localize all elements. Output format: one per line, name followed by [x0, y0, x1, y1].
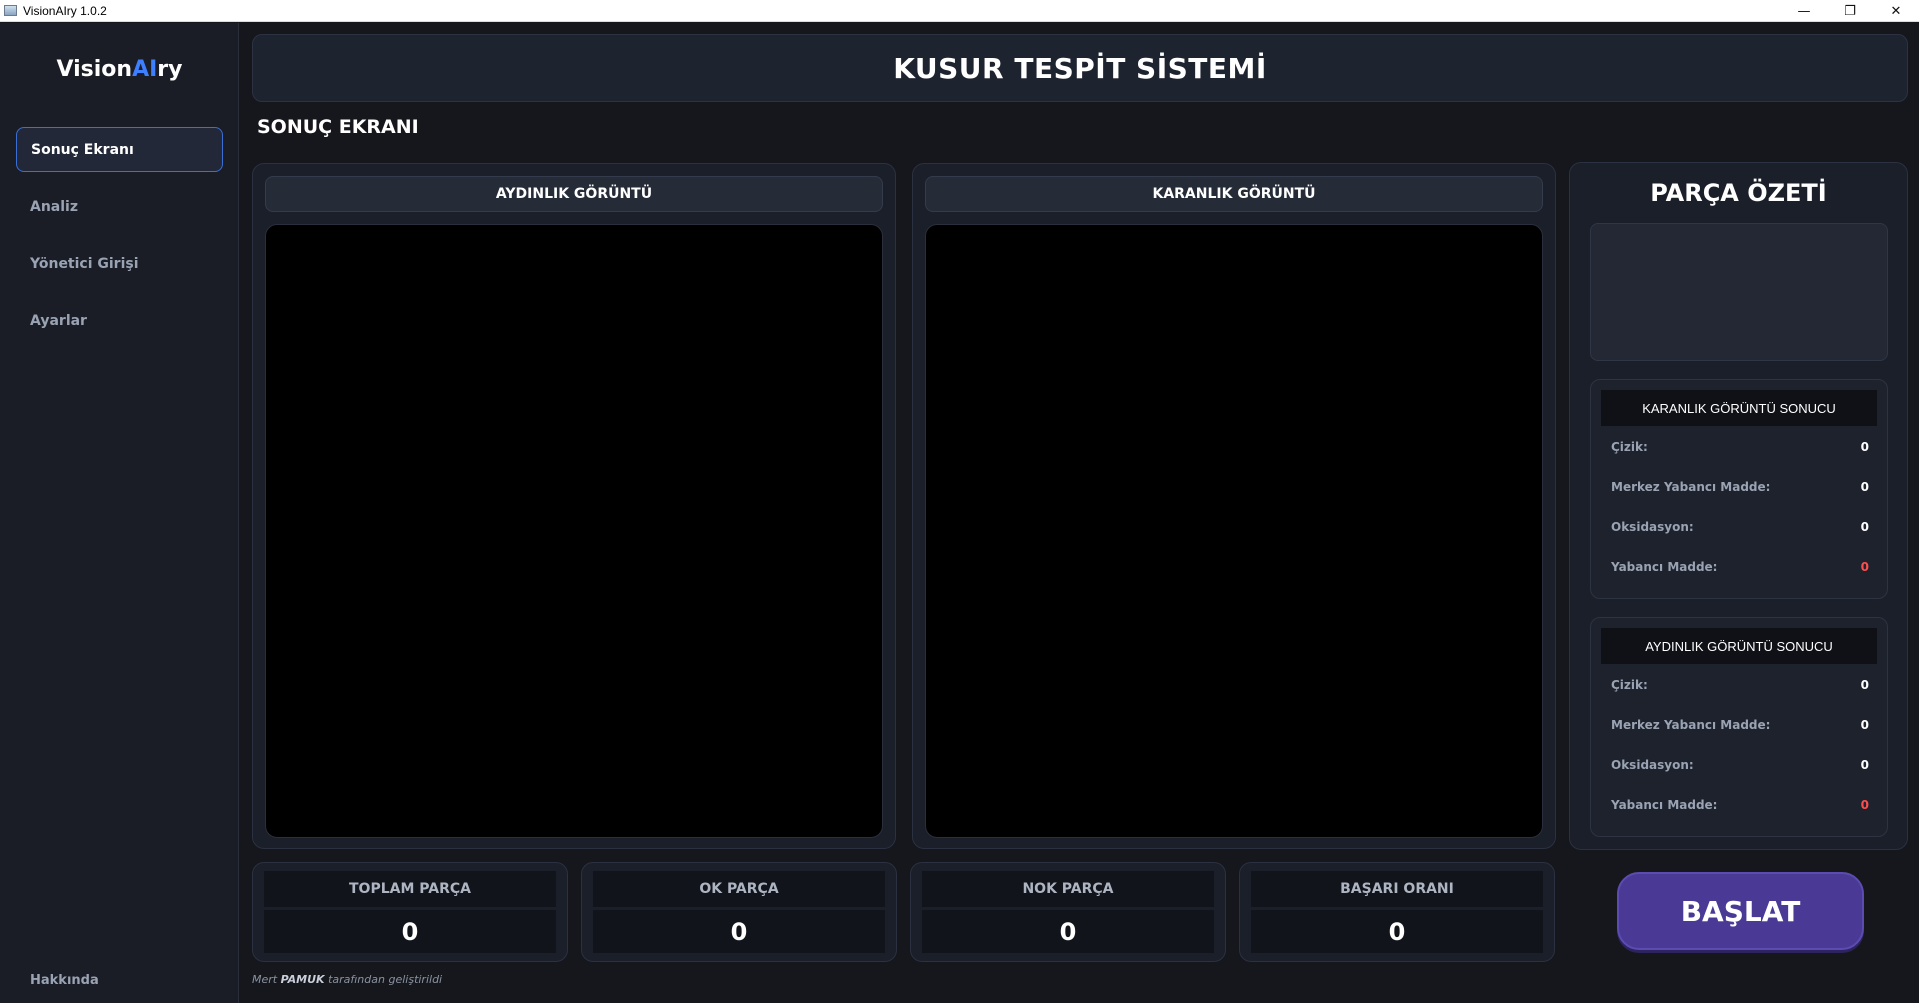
page-title: KUSUR TESPİT SİSTEMİ — [893, 51, 1267, 85]
result-row: Yabancı Madde: 0 — [1611, 798, 1869, 812]
result-value: 0 — [1860, 758, 1869, 772]
header-bar: KUSUR TESPİT SİSTEMİ — [252, 34, 1908, 102]
bright-result-card: AYDINLIK GÖRÜNTÜ SONUCU Çizik: 0 Merkez … — [1590, 617, 1888, 837]
stat-label: BAŞARI ORANI — [1251, 871, 1543, 907]
window-controls: — ❐ ✕ — [1781, 0, 1919, 22]
developer-credit: Mert PAMUK tarafından geliştirildi — [252, 973, 442, 986]
part-summary-panel: PARÇA ÖZETİ KARANLIK GÖRÜNTÜ SONUCU Çizi… — [1569, 162, 1908, 850]
bright-image-view — [265, 224, 883, 838]
brand-logo: VisionAIry — [0, 57, 239, 82]
summary-title: PARÇA ÖZETİ — [1650, 179, 1827, 207]
dark-image-label: KARANLIK GÖRÜNTÜ — [925, 176, 1543, 212]
result-label: Çizik: — [1611, 440, 1648, 454]
result-value: 0 — [1860, 678, 1869, 692]
result-value: 0 — [1860, 440, 1869, 454]
result-label: Oksidasyon: — [1611, 520, 1694, 534]
sidebar-item-sonuc-ekrani[interactable]: Sonuç Ekranı — [16, 127, 223, 172]
brand-suffix: ry — [157, 57, 183, 82]
maximize-icon[interactable]: ❐ — [1827, 0, 1873, 22]
sidebar-item-analiz[interactable]: Analiz — [16, 184, 223, 229]
brand-ai: AI — [132, 57, 158, 82]
sidebar-item-yonetici-girisi[interactable]: Yönetici Girişi — [16, 241, 223, 286]
sidebar-item-ayarlar[interactable]: Ayarlar — [16, 298, 223, 343]
result-row: Oksidasyon: 0 — [1611, 758, 1869, 772]
result-row: Merkez Yabancı Madde: 0 — [1611, 718, 1869, 732]
start-button[interactable]: BAŞLAT — [1617, 872, 1864, 950]
credit-name: Mert — [252, 973, 278, 986]
dark-result-title: KARANLIK GÖRÜNTÜ SONUCU — [1601, 390, 1877, 426]
window-title: VisionAIry 1.0.2 — [23, 3, 107, 18]
stat-label: OK PARÇA — [593, 871, 885, 907]
stat-card-ok: OK PARÇA 0 — [581, 862, 897, 962]
result-value: 0 — [1860, 718, 1869, 732]
brand-prefix: Vision — [56, 57, 133, 82]
stat-value: 0 — [264, 910, 556, 953]
section-title: SONUÇ EKRANI — [257, 116, 419, 138]
dark-result-card: KARANLIK GÖRÜNTÜ SONUCU Çizik: 0 Merkez … — [1590, 379, 1888, 599]
stat-value: 0 — [593, 910, 885, 953]
result-label: Yabancı Madde: — [1611, 798, 1718, 812]
summary-preview-box — [1590, 223, 1888, 361]
stat-value: 0 — [922, 910, 1214, 953]
stat-value: 0 — [1251, 910, 1543, 953]
stat-label: NOK PARÇA — [922, 871, 1214, 907]
result-row: Oksidasyon: 0 — [1611, 520, 1869, 534]
stat-card-success-rate: BAŞARI ORANI 0 — [1239, 862, 1555, 962]
stat-label: TOPLAM PARÇA — [264, 871, 556, 907]
sidebar: VisionAIry Sonuç Ekranı Analiz Yönetici … — [0, 23, 239, 1003]
stat-card-total: TOPLAM PARÇA 0 — [252, 862, 568, 962]
result-row: Çizik: 0 — [1611, 678, 1869, 692]
result-value: 0 — [1860, 480, 1869, 494]
dark-image-panel: KARANLIK GÖRÜNTÜ — [912, 163, 1556, 849]
close-icon[interactable]: ✕ — [1873, 0, 1919, 22]
bright-result-title: AYDINLIK GÖRÜNTÜ SONUCU — [1601, 628, 1877, 664]
app-icon — [4, 5, 17, 16]
result-value-alert: 0 — [1860, 798, 1869, 812]
minimize-icon[interactable]: — — [1781, 0, 1827, 22]
result-label: Çizik: — [1611, 678, 1648, 692]
dark-image-view — [925, 224, 1543, 838]
result-label: Merkez Yabancı Madde: — [1611, 480, 1771, 494]
result-row: Yabancı Madde: 0 — [1611, 560, 1869, 574]
credit-suffix: tarafından geliştirildi — [328, 973, 443, 986]
credit-surname: PAMUK — [280, 973, 325, 986]
result-row: Merkez Yabancı Madde: 0 — [1611, 480, 1869, 494]
stat-card-nok: NOK PARÇA 0 — [910, 862, 1226, 962]
sidebar-item-hakkinda[interactable]: Hakkında — [30, 973, 99, 988]
result-row: Çizik: 0 — [1611, 440, 1869, 454]
result-value-alert: 0 — [1860, 560, 1869, 574]
bright-image-label: AYDINLIK GÖRÜNTÜ — [265, 176, 883, 212]
result-label: Yabancı Madde: — [1611, 560, 1718, 574]
result-value: 0 — [1860, 520, 1869, 534]
result-label: Merkez Yabancı Madde: — [1611, 718, 1771, 732]
window-titlebar: VisionAIry 1.0.2 — ❐ ✕ — [0, 0, 1919, 22]
bright-image-panel: AYDINLIK GÖRÜNTÜ — [252, 163, 896, 849]
result-label: Oksidasyon: — [1611, 758, 1694, 772]
